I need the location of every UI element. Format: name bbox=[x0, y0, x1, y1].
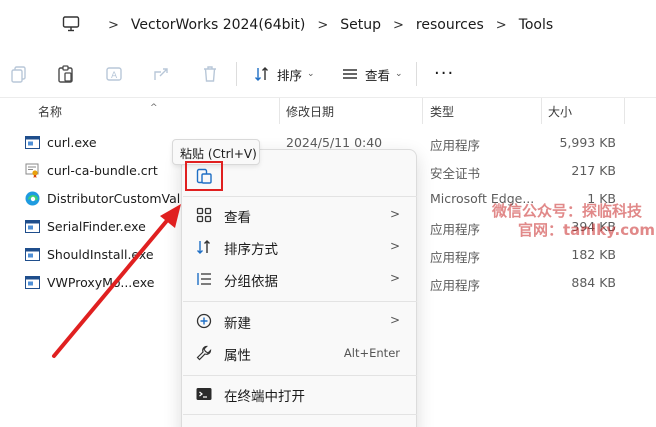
exe-icon bbox=[25, 220, 40, 233]
terminal-icon bbox=[196, 388, 212, 400]
chevron-right-icon: > bbox=[389, 313, 400, 327]
menu-item-view[interactable]: 查看 > bbox=[182, 199, 416, 231]
certificate-icon bbox=[25, 163, 39, 178]
sort-button[interactable]: 排序 ⌄ bbox=[254, 62, 315, 86]
column-divider[interactable] bbox=[541, 98, 542, 124]
file-name: DistributorCustomValue bbox=[47, 191, 196, 206]
group-icon bbox=[197, 273, 211, 285]
file-explorer-window: > VectorWorks 2024(64bit) > Setup > reso… bbox=[0, 0, 656, 427]
toolbar-divider bbox=[236, 62, 237, 86]
menu-divider bbox=[183, 375, 417, 376]
menu-divider bbox=[183, 301, 417, 302]
menu-item-group-by[interactable]: 分组依据 > bbox=[182, 263, 416, 295]
menu-item-label: 属性 bbox=[224, 348, 251, 364]
breadcrumb-vectorworks[interactable]: VectorWorks 2024(64bit) bbox=[131, 17, 305, 33]
shortcut-label: Alt+Enter bbox=[343, 346, 400, 360]
chevron-right-icon: > bbox=[389, 207, 400, 221]
breadcrumb-tools[interactable]: Tools bbox=[519, 17, 554, 33]
delete-icon[interactable] bbox=[200, 64, 220, 84]
file-date: 2024/5/11 0:40 bbox=[286, 135, 383, 150]
rename-icon[interactable]: A bbox=[104, 64, 124, 84]
column-divider[interactable] bbox=[624, 98, 625, 124]
file-type: 安全证书 bbox=[430, 166, 481, 181]
chevron-right-icon[interactable]: > bbox=[496, 18, 507, 33]
chevron-right-icon[interactable]: > bbox=[393, 18, 404, 33]
file-name: SerialFinder.exe bbox=[47, 219, 146, 234]
column-name[interactable]: 名称 bbox=[38, 103, 62, 120]
address-bar[interactable]: > VectorWorks 2024(64bit) > Setup > reso… bbox=[0, 0, 656, 50]
file-type: 应用程序 bbox=[430, 250, 481, 265]
command-bar: A 排序 ⌄ 查看 ⌄ ··· bbox=[0, 50, 656, 98]
toolbar-divider bbox=[416, 62, 417, 86]
column-size[interactable]: 大小 bbox=[548, 103, 572, 120]
menu-item-label: 在终端中打开 bbox=[224, 389, 305, 405]
file-size: 182 KB bbox=[571, 247, 616, 262]
menu-item-label: 分组依据 bbox=[224, 274, 278, 290]
menu-item-open-in-terminal[interactable]: 在终端中打开 bbox=[182, 378, 416, 410]
chevron-down-icon: ⌄ bbox=[395, 69, 403, 79]
exe-icon bbox=[25, 136, 40, 149]
menu-divider bbox=[183, 196, 417, 197]
breadcrumb-resources[interactable]: resources bbox=[416, 17, 484, 33]
view-label: 查看 bbox=[365, 67, 391, 83]
watermark-line2: 官网：tanlky.com bbox=[518, 221, 656, 239]
share-icon[interactable] bbox=[151, 64, 171, 84]
grid-icon bbox=[196, 207, 212, 223]
file-type: 应用程序 bbox=[430, 222, 481, 237]
menu-item-label: 查看 bbox=[224, 210, 251, 226]
watermark-line1: 微信公众号：探临科技 bbox=[492, 202, 643, 220]
highlight-box bbox=[185, 161, 223, 191]
file-name: curl.exe bbox=[47, 135, 97, 150]
file-size: 884 KB bbox=[571, 275, 616, 290]
sort-arrows-icon bbox=[255, 67, 268, 81]
menu-item-label: 新建 bbox=[224, 316, 251, 332]
file-name: curl-ca-bundle.crt bbox=[47, 163, 158, 178]
file-size: 5,993 KB bbox=[559, 135, 616, 150]
svg-text:A: A bbox=[111, 71, 118, 81]
column-header-row: ^ 名称 修改日期 类型 大小 bbox=[0, 98, 656, 124]
chevron-right-icon: > bbox=[389, 271, 400, 285]
column-date[interactable]: 修改日期 bbox=[286, 103, 334, 120]
menu-item-new[interactable]: 新建 > bbox=[182, 305, 416, 337]
sort-icon bbox=[197, 240, 210, 254]
menu-item-sort-by[interactable]: 排序方式 > bbox=[182, 231, 416, 263]
file-name: VWProxyMo...exe bbox=[47, 275, 155, 290]
edge-icon bbox=[25, 191, 40, 206]
file-type: 应用程序 bbox=[430, 278, 481, 293]
list-view-icon bbox=[343, 69, 357, 79]
plus-circle-icon bbox=[196, 313, 212, 329]
menu-divider bbox=[183, 414, 417, 415]
chevron-down-icon: ⌄ bbox=[307, 69, 315, 79]
paste-icon[interactable] bbox=[56, 64, 76, 84]
chevron-right-icon: > bbox=[389, 239, 400, 253]
chevron-right-icon[interactable]: > bbox=[317, 18, 328, 33]
wrench-icon bbox=[196, 345, 212, 361]
column-divider[interactable] bbox=[422, 98, 423, 124]
exe-icon bbox=[25, 276, 40, 289]
column-divider[interactable] bbox=[279, 98, 280, 124]
file-type: 应用程序 bbox=[430, 138, 481, 153]
breadcrumb: > VectorWorks 2024(64bit) > Setup > reso… bbox=[96, 0, 553, 50]
menu-item-label: 排序方式 bbox=[224, 242, 278, 258]
more-options-icon[interactable]: ··· bbox=[434, 65, 454, 83]
column-type[interactable]: 类型 bbox=[430, 103, 454, 120]
menu-item-properties[interactable]: 属性 Alt+Enter bbox=[182, 337, 416, 369]
copy-icon[interactable] bbox=[9, 64, 29, 84]
exe-icon bbox=[25, 248, 40, 261]
this-pc-icon[interactable] bbox=[62, 15, 80, 33]
file-size: 217 KB bbox=[571, 163, 616, 178]
sort-ascending-icon: ^ bbox=[150, 103, 158, 113]
view-button[interactable]: 查看 ⌄ bbox=[342, 62, 403, 86]
sort-label: 排序 bbox=[277, 67, 303, 83]
file-name: ShouldInstall.exe bbox=[47, 247, 154, 262]
breadcrumb-setup[interactable]: Setup bbox=[340, 17, 381, 33]
chevron-right-icon[interactable]: > bbox=[108, 18, 119, 33]
